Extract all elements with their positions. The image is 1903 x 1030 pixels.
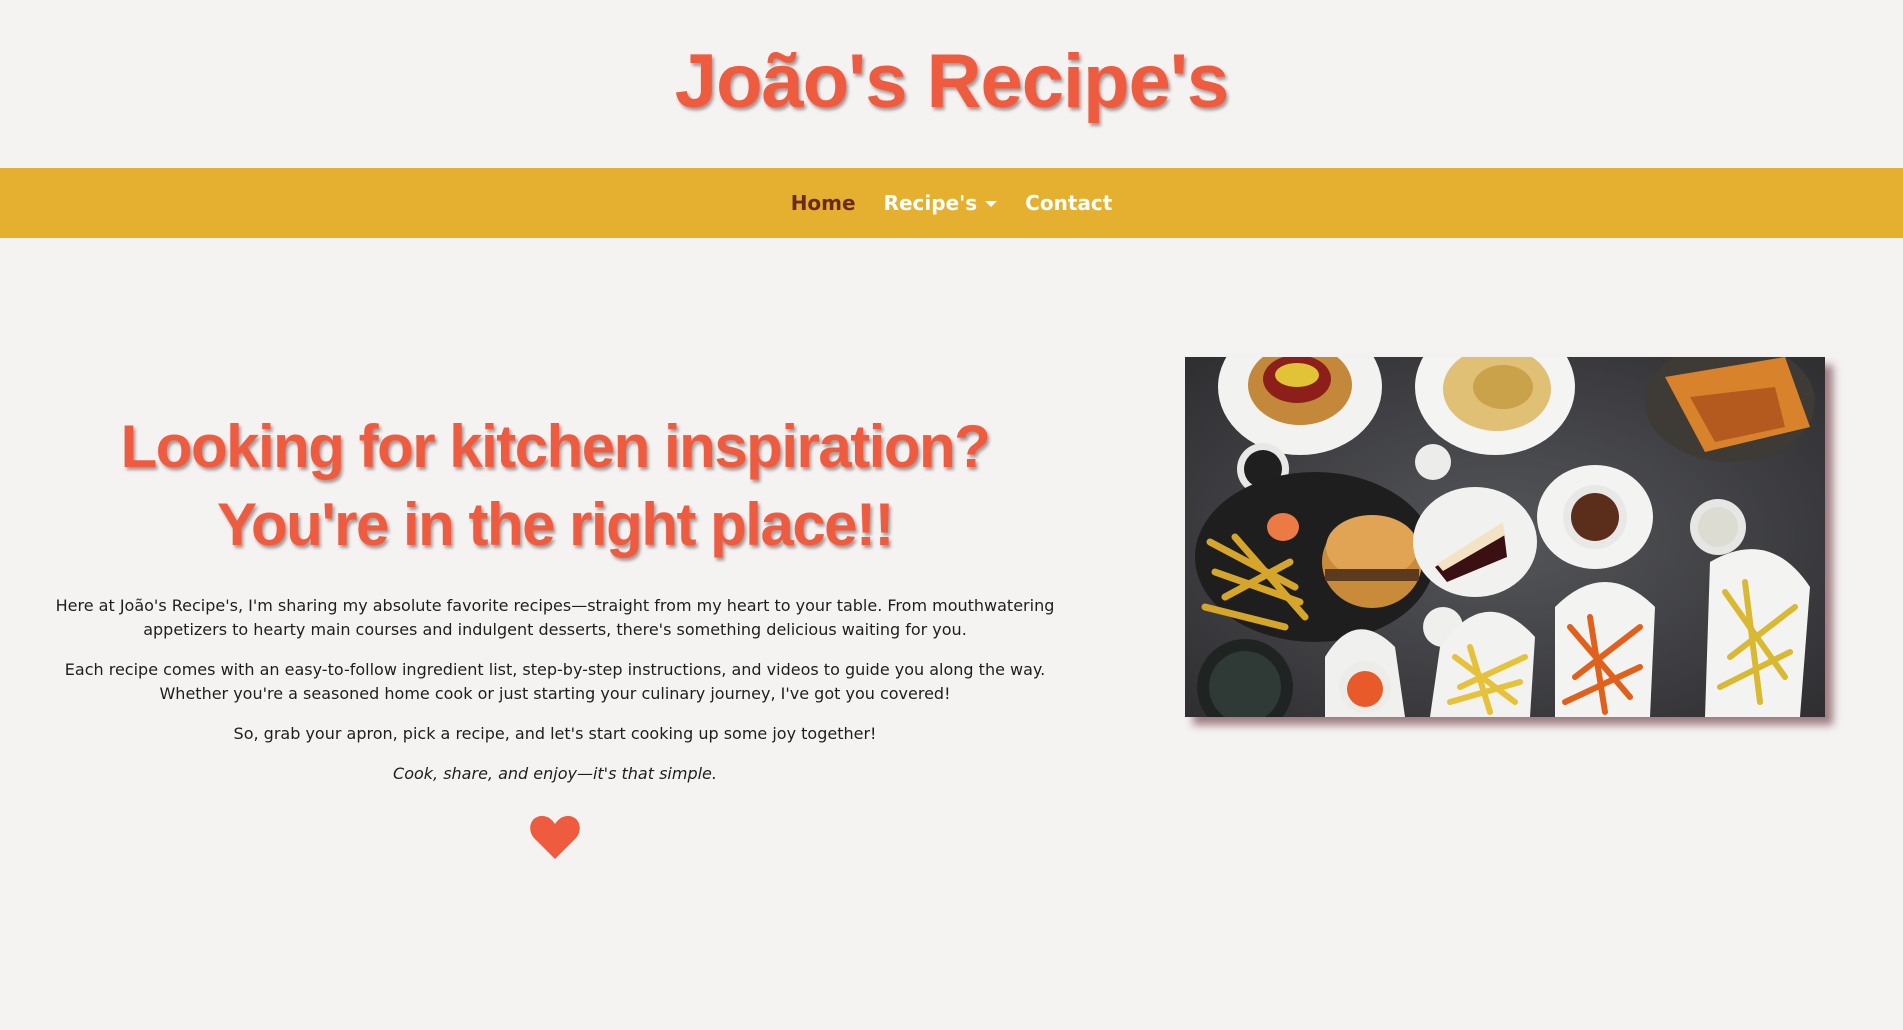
heart-container [40,814,1070,860]
main-content: Looking for kitchen inspiration? You're … [0,238,1903,1030]
chevron-down-icon [985,201,998,207]
intro-headline: Looking for kitchen inspiration? You're … [120,413,991,558]
heart-icon [530,815,580,859]
intro-section: Looking for kitchen inspiration? You're … [40,408,1070,860]
nav-home-link[interactable]: Home [777,191,870,215]
main-navbar: Home Recipe's Contact [0,168,1903,238]
site-header: João's Recipe's [0,0,1903,168]
food-photo-illustration [1185,357,1825,717]
nav-contact-link[interactable]: Contact [1011,191,1126,215]
food-photo [1185,357,1825,717]
intro-tagline: Cook, share, and enjoy—it's that simple. [393,764,717,783]
nav-recipes-label: Recipe's [883,191,978,215]
intro-paragraph: So, grab your apron, pick a recipe, and … [233,724,877,743]
intro-paragraph: Here at João's Recipe's, I'm sharing my … [55,596,1055,639]
intro-paragraph: Each recipe comes with an easy-to-follow… [64,660,1046,703]
site-title[interactable]: João's Recipe's [0,44,1903,120]
nav-recipes-dropdown[interactable]: Recipe's [870,191,1012,215]
